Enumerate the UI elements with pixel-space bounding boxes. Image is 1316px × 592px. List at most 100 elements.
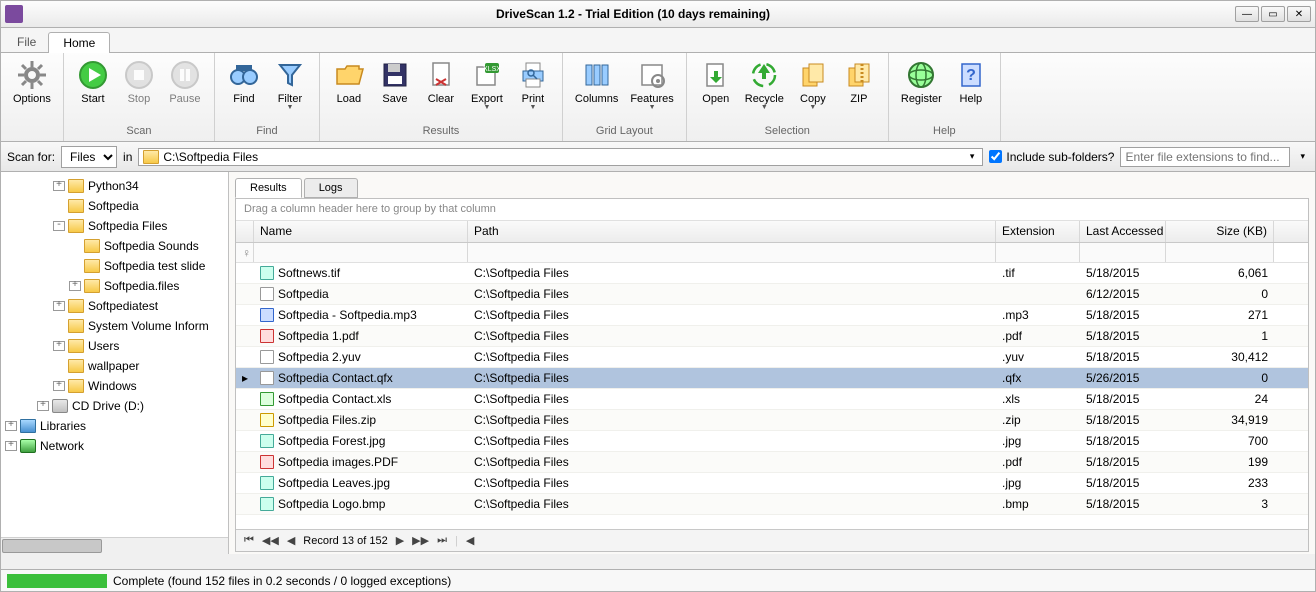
expand-icon[interactable]: + [5,441,17,451]
file-icon [260,308,274,322]
tree-node[interactable]: System Volume Inform [5,316,228,336]
tree-node[interactable]: +Python34 [5,176,228,196]
copy-button[interactable]: Copy▼ [790,57,836,113]
tab-logs[interactable]: Logs [304,178,358,198]
table-row[interactable]: ▸Softpedia Contact.qfxC:\Softpedia Files… [236,368,1308,389]
expand-icon[interactable]: + [37,401,49,411]
cell-ext: .xls [996,390,1080,408]
features-button[interactable]: Features▼ [624,57,679,113]
tree-node[interactable]: + CD Drive (D:) [5,396,228,416]
table-row[interactable]: Softpedia images.PDFC:\Softpedia Files.p… [236,452,1308,473]
zip-button[interactable]: ZIP [836,57,882,107]
column-path[interactable]: Path [468,221,996,242]
column-extension[interactable]: Extension [996,221,1080,242]
column-name[interactable]: Name [254,221,468,242]
tree-node[interactable]: +Softpediatest [5,296,228,316]
table-row[interactable]: Softpedia Leaves.jpgC:\Softpedia Files.j… [236,473,1308,494]
nav-last-icon[interactable]: ⏭ [437,534,447,547]
cell-date: 5/18/2015 [1080,474,1166,492]
ext-dropdown-icon[interactable]: ▾ [1296,151,1309,162]
tree-label: Softpedia Files [88,219,167,233]
expand-icon[interactable]: + [53,301,65,311]
table-row[interactable]: Softpedia Forest.jpgC:\Softpedia Files.j… [236,431,1308,452]
column-size[interactable]: Size (KB) [1166,221,1274,242]
table-row[interactable]: Softpedia Contact.xlsC:\Softpedia Files.… [236,389,1308,410]
column-last-accessed[interactable]: Last Accessed [1080,221,1166,242]
cell-path: C:\Softpedia Files [468,306,996,324]
extension-filter-input[interactable] [1120,147,1290,167]
cell-date: 5/18/2015 [1080,495,1166,513]
group-by-hint[interactable]: Drag a column header here to group by th… [236,199,1308,221]
stop-button[interactable]: Stop [116,57,162,107]
clear-button[interactable]: Clear [418,57,464,107]
tree-node[interactable]: +Users [5,336,228,356]
expand-icon[interactable]: + [53,181,65,191]
table-row[interactable]: Softnews.tifC:\Softpedia Files.tif5/18/2… [236,263,1308,284]
tree-node[interactable]: - Softpedia Files [5,216,228,236]
table-row[interactable]: SoftpediaC:\Softpedia Files6/12/20150 [236,284,1308,305]
tree-label: Softpedia Sounds [104,239,199,253]
register-button[interactable]: Register [895,57,948,107]
tree-label: CD Drive (D:) [72,399,144,413]
cell-size: 199 [1166,453,1274,471]
cell-path: C:\Softpedia Files [468,348,996,366]
table-row[interactable]: Softpedia 1.pdfC:\Softpedia Files.pdf5/1… [236,326,1308,347]
tree-node[interactable]: Softpedia test slide [5,256,228,276]
print-button[interactable]: Print▼ [510,57,556,113]
expand-icon[interactable]: + [5,421,17,431]
path-dropdown-icon[interactable]: ▾ [966,151,979,162]
minimize-button[interactable]: — [1235,6,1259,22]
tree-node[interactable]: +Softpedia.files [5,276,228,296]
ribbon-label: Help [960,93,983,105]
expand-icon[interactable]: + [69,281,81,291]
include-subfolders-checkbox[interactable] [989,150,1002,163]
help-button[interactable]: ? Help [948,57,994,107]
dropdown-icon: ▼ [483,105,490,111]
expand-icon[interactable]: + [53,341,65,351]
open-button[interactable]: Open [693,57,739,107]
folder-tree[interactable]: +Python34Softpedia - Softpedia Files Softpe… [1,172,228,537]
ribbon-group-label: Help [889,125,1000,141]
start-button[interactable]: Start [70,57,116,107]
table-row[interactable]: Softpedia - Softpedia.mp3C:\Softpedia Fi… [236,305,1308,326]
table-row[interactable]: Softpedia Files.zipC:\Softpedia Files.zi… [236,410,1308,431]
tree-node[interactable]: Softpedia [5,196,228,216]
nav-prev-page-icon[interactable]: ◀◀ [262,534,279,547]
close-button[interactable]: ✕ [1287,6,1311,22]
app-hscrollbar[interactable] [0,554,1316,570]
columns-button[interactable]: Columns [569,57,624,107]
tree-node[interactable]: wallpaper [5,356,228,376]
table-row[interactable]: Softpedia 2.yuvC:\Softpedia Files.yuv5/1… [236,347,1308,368]
tree-node[interactable]: +Libraries [5,416,228,436]
expand-icon[interactable]: - [53,221,65,231]
tree-node[interactable]: Softpedia Sounds [5,236,228,256]
maximize-button[interactable]: ▭ [1261,6,1285,22]
find-button[interactable]: Find [221,57,267,107]
cell-date: 5/18/2015 [1080,327,1166,345]
expand-icon[interactable]: + [53,381,65,391]
options-button[interactable]: Options [7,57,57,107]
export-button[interactable]: XLSXExport▼ [464,57,510,113]
pause-button[interactable]: Pause [162,57,208,107]
help-icon: ? [955,59,987,91]
nav-aux-icon[interactable]: ◀ [466,534,474,547]
tree-node[interactable]: +Network [5,436,228,456]
filter-button[interactable]: Filter▼ [267,57,313,113]
tree-node[interactable]: +Windows [5,376,228,396]
file-menu[interactable]: File [5,32,48,52]
load-button[interactable]: Load [326,57,372,107]
cell-size: 1 [1166,327,1274,345]
grid-filter-row[interactable]: ♀ [236,243,1308,263]
recycle-button[interactable]: Recycle▼ [739,57,790,113]
nav-first-icon[interactable]: ⏮ [244,534,254,547]
nav-prev-icon[interactable]: ◀ [287,534,295,547]
scan-type-select[interactable]: Files [61,146,117,168]
save-button[interactable]: Save [372,57,418,107]
tab-results[interactable]: Results [235,178,302,198]
nav-next-icon[interactable]: ▶ [396,534,404,547]
tree-scrollbar[interactable] [1,537,228,554]
path-combo[interactable]: C:\Softpedia Files ▾ [138,148,983,166]
table-row[interactable]: Softpedia Logo.bmpC:\Softpedia Files.bmp… [236,494,1308,515]
nav-next-page-icon[interactable]: ▶▶ [412,534,429,547]
tab-home[interactable]: Home [48,32,110,53]
